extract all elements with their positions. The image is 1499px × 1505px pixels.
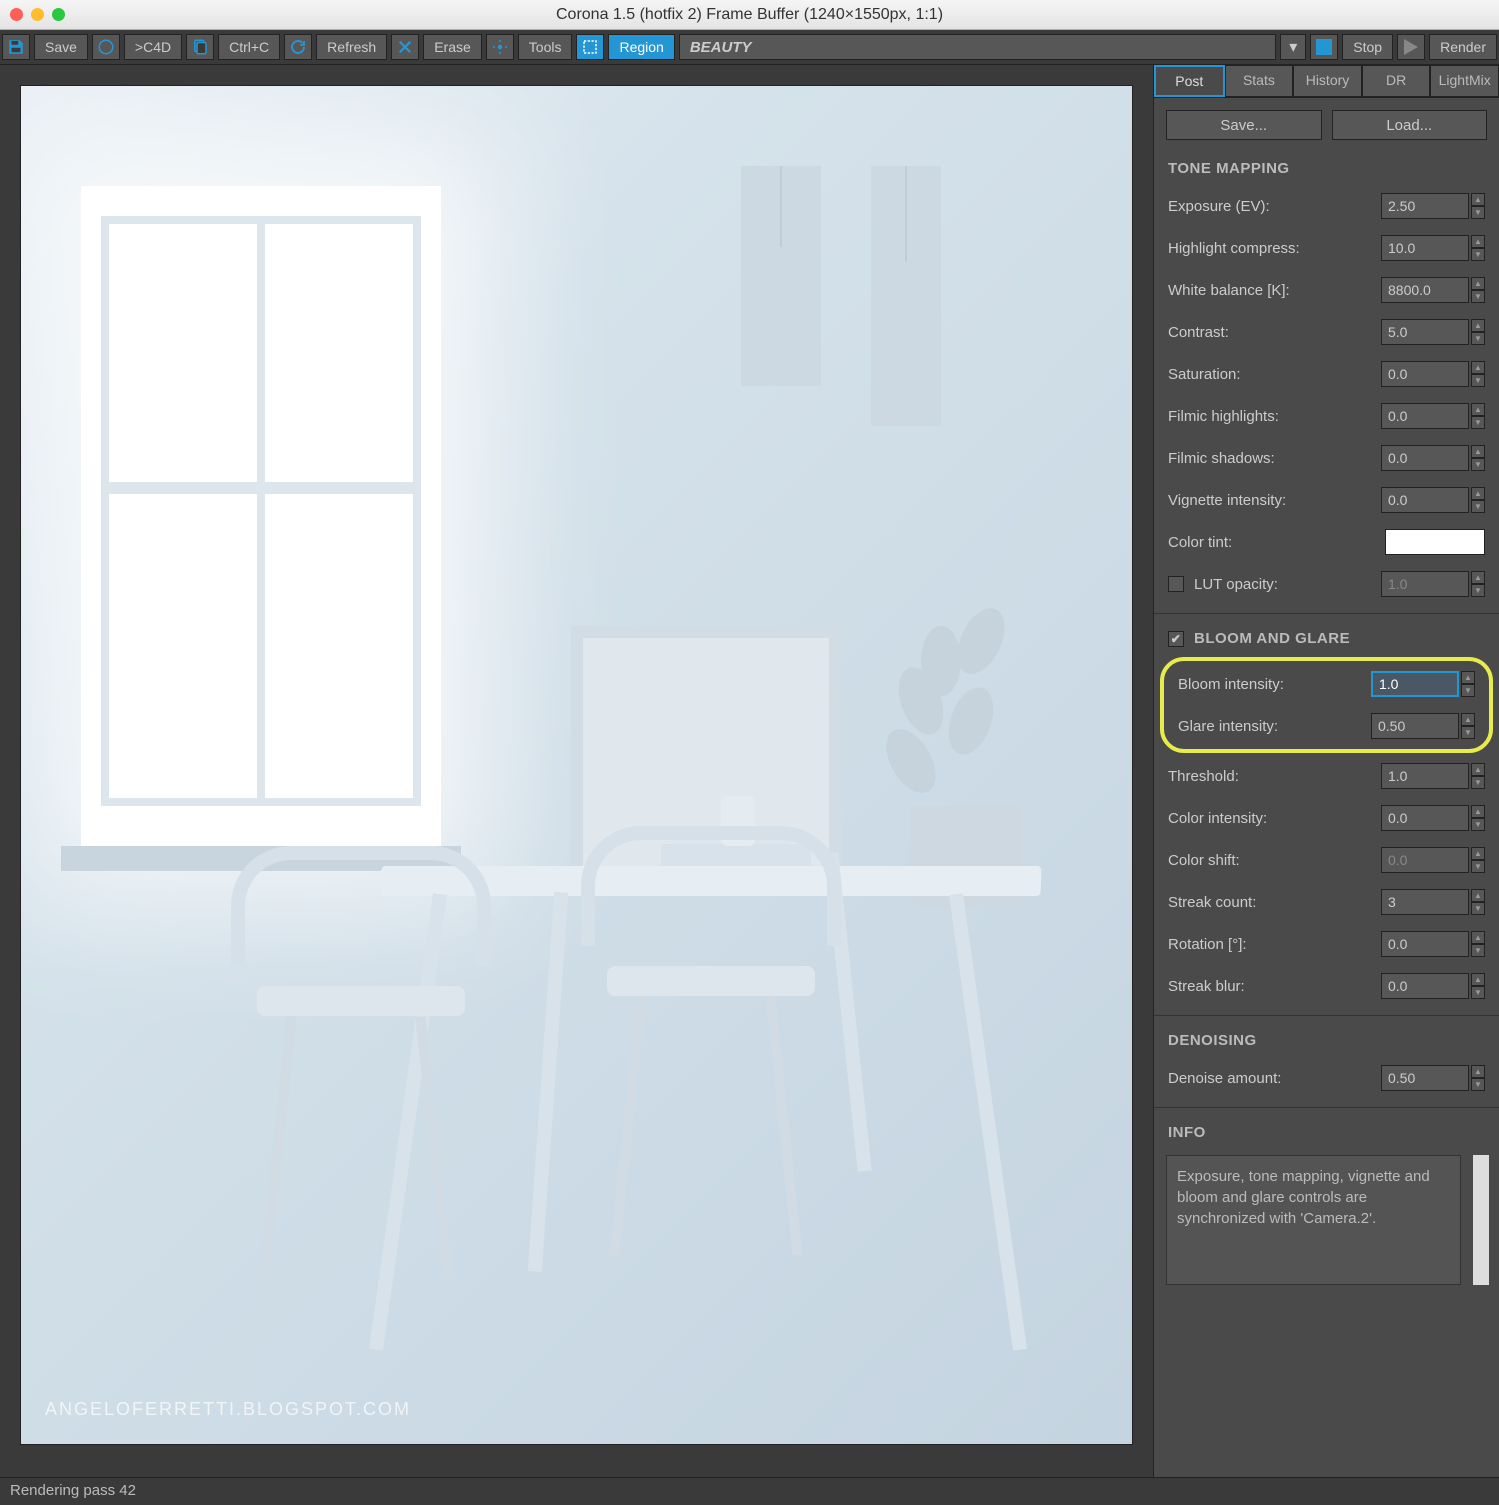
load-preset-button[interactable]: Load... [1332,110,1488,140]
c4d-button[interactable]: >C4D [124,34,182,60]
bloom-intensity-input[interactable] [1371,671,1459,697]
glare-intensity-input[interactable] [1371,713,1459,739]
highlight-label: Highlight compress: [1168,240,1381,257]
wb-input[interactable] [1381,277,1469,303]
pass-selector[interactable]: BEAUTY [679,34,1276,60]
refresh-button[interactable]: Refresh [316,34,387,60]
streak-count-input[interactable] [1381,889,1469,915]
section-tone-mapping: TONE MAPPING [1154,152,1499,185]
lut-checkbox[interactable] [1168,576,1184,592]
lut-input[interactable] [1381,571,1469,597]
fshad-input[interactable] [1381,445,1469,471]
threshold-label: Threshold: [1168,768,1381,785]
color-shift-label: Color shift: [1168,852,1381,869]
watermark: ANGELOFERRETTI.BLOGSPOT.COM [45,1399,411,1420]
render-preview: ANGELOFERRETTI.BLOGSPOT.COM [20,85,1133,1445]
highlight-input[interactable] [1381,235,1469,261]
color-intensity-input[interactable] [1381,805,1469,831]
tab-post[interactable]: Post [1154,65,1225,97]
highlight-box: Bloom intensity:▲▼ Glare intensity:▲▼ [1160,657,1493,753]
render-icon[interactable] [1397,34,1425,60]
save-preset-button[interactable]: Save... [1166,110,1322,140]
streak-count-label: Streak count: [1168,894,1381,911]
vign-input[interactable] [1381,487,1469,513]
fshad-label: Filmic shadows: [1168,450,1381,467]
threshold-input[interactable] [1381,763,1469,789]
streak-blur-label: Streak blur: [1168,978,1381,995]
wb-label: White balance [K]: [1168,282,1381,299]
erase-icon[interactable] [391,34,419,60]
save-button[interactable]: Save [34,34,88,60]
info-text: Exposure, tone mapping, vignette and blo… [1166,1155,1461,1285]
tab-lightmix[interactable]: LightMix [1430,65,1499,97]
stop-button[interactable]: Stop [1342,34,1393,60]
panel-tabs: Post Stats History DR LightMix [1154,65,1499,98]
section-info: INFO [1154,1116,1499,1149]
refresh-icon[interactable] [284,34,312,60]
glare-intensity-label: Glare intensity: [1178,718,1371,735]
section-denoising: DENOISING [1154,1024,1499,1057]
titlebar: Corona 1.5 (hotfix 2) Frame Buffer (1240… [0,0,1499,30]
viewport[interactable]: ANGELOFERRETTI.BLOGSPOT.COM [0,65,1153,1477]
color-shift-input[interactable] [1381,847,1469,873]
save-icon[interactable] [2,34,30,60]
region-icon[interactable] [576,34,604,60]
region-button[interactable]: Region [608,34,674,60]
spin-up-icon[interactable]: ▲ [1471,193,1485,206]
window-title: Corona 1.5 (hotfix 2) Frame Buffer (1240… [0,6,1499,24]
bloom-intensity-label: Bloom intensity: [1178,676,1371,693]
status-bar: Rendering pass 42 [0,1477,1499,1505]
copy-button[interactable]: Ctrl+C [218,34,280,60]
color-tint-swatch[interactable] [1385,529,1485,555]
vign-label: Vignette intensity: [1168,492,1381,509]
c4d-icon[interactable] [92,34,120,60]
tint-label: Color tint: [1168,534,1385,551]
spin-down-icon[interactable]: ▼ [1471,206,1485,219]
tools-icon[interactable] [486,34,514,60]
stop-icon[interactable] [1310,34,1338,60]
exposure-input[interactable] [1381,193,1469,219]
copy-icon[interactable] [186,34,214,60]
info-scrollbar[interactable] [1473,1155,1489,1285]
denoise-input[interactable] [1381,1065,1469,1091]
fhigh-label: Filmic highlights: [1168,408,1381,425]
exposure-label: Exposure (EV): [1168,198,1381,215]
lut-label: LUT opacity: [1194,576,1381,593]
bloom-checkbox[interactable]: ✔ [1168,631,1184,647]
tab-history[interactable]: History [1293,65,1362,97]
toolbar: Save >C4D Ctrl+C Refresh Erase Tools Reg… [0,30,1499,65]
section-bloom-glare: ✔BLOOM AND GLARE [1154,622,1499,655]
tools-button[interactable]: Tools [518,34,573,60]
erase-button[interactable]: Erase [423,34,482,60]
saturation-input[interactable] [1381,361,1469,387]
tab-stats[interactable]: Stats [1225,65,1294,97]
denoise-label: Denoise amount: [1168,1070,1381,1087]
contrast-input[interactable] [1381,319,1469,345]
contrast-label: Contrast: [1168,324,1381,341]
rotation-input[interactable] [1381,931,1469,957]
color-intensity-label: Color intensity: [1168,810,1381,827]
rotation-label: Rotation [°]: [1168,936,1381,953]
tab-dr[interactable]: DR [1362,65,1431,97]
streak-blur-input[interactable] [1381,973,1469,999]
saturation-label: Saturation: [1168,366,1381,383]
pass-dropdown-icon[interactable]: ▾ [1280,34,1306,60]
render-button[interactable]: Render [1429,34,1497,60]
side-panel: Post Stats History DR LightMix Save... L… [1153,65,1499,1477]
fhigh-input[interactable] [1381,403,1469,429]
